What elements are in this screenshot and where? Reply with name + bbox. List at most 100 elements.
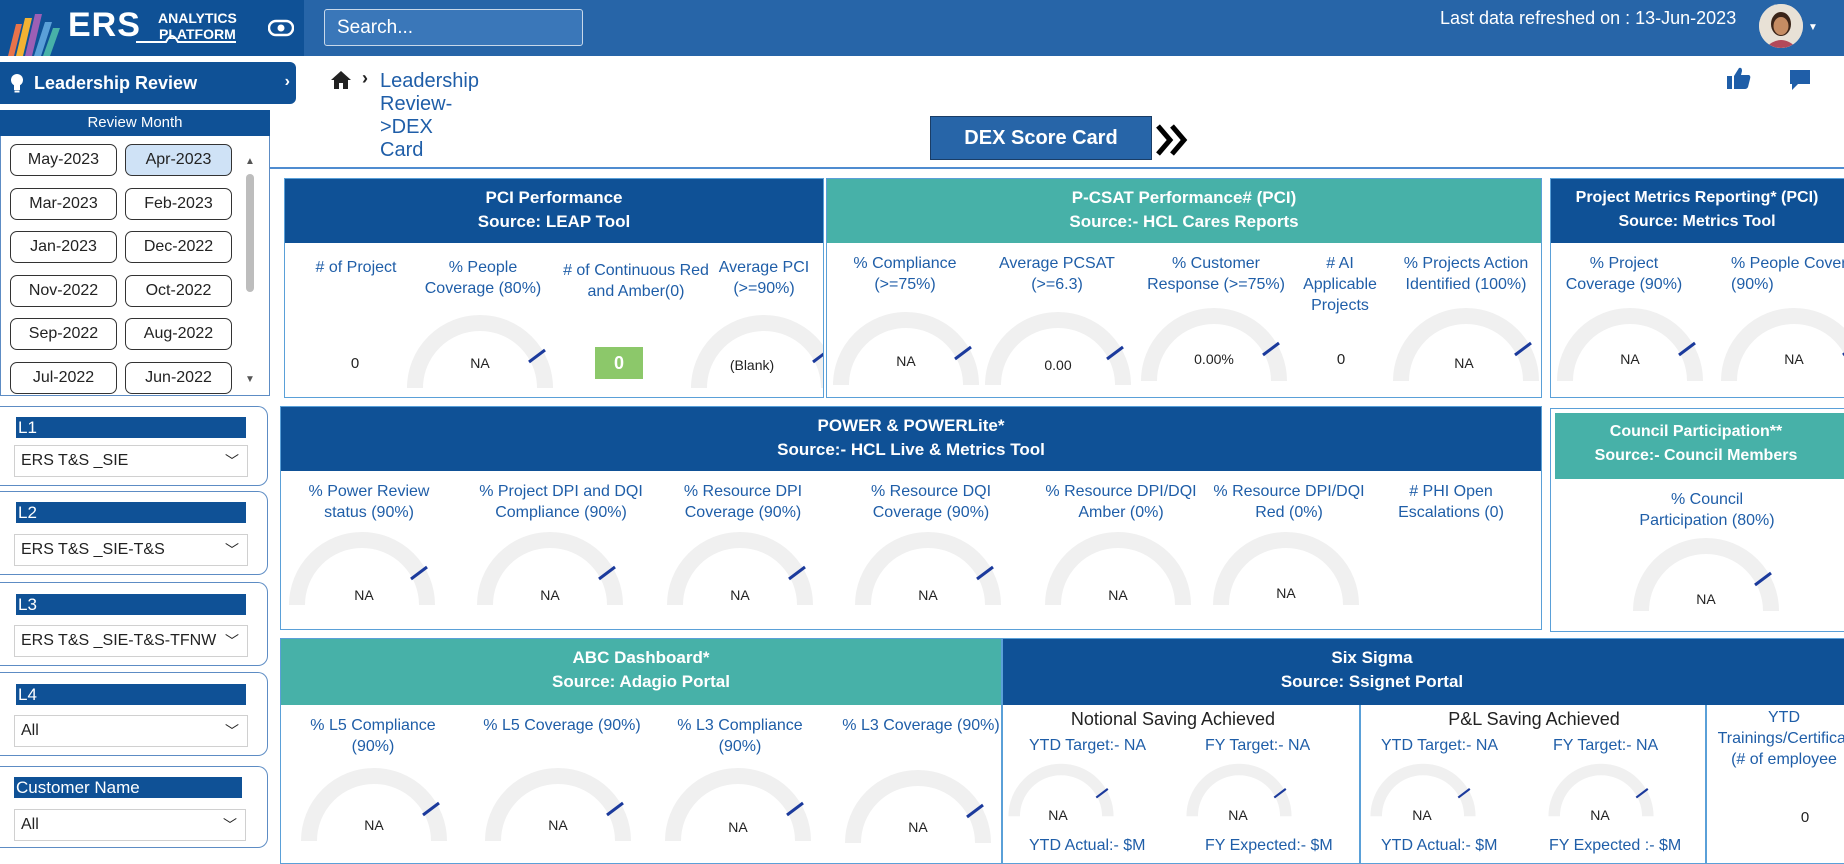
metric-label: % L5 Compliance (90%)	[310, 717, 436, 755]
month-button[interactable]: Nov-2022	[10, 274, 117, 307]
people-coverage-gauge[interactable]	[1719, 307, 1844, 385]
gauge-arc	[1393, 308, 1539, 382]
metric-label: # AI Applicable Projects	[1303, 255, 1377, 314]
slicer-l4-label: L4	[16, 684, 246, 705]
metric-label: Average PCSAT (>=6.3)	[999, 255, 1115, 293]
pl-saving-title: P&L Saving Achieved	[1448, 709, 1620, 729]
logo-bars-icon	[8, 14, 60, 56]
six-sigma-panel: Six Sigma Source: Ssignet Portal Notiona…	[1002, 638, 1844, 864]
month-button[interactable]: Dec-2022	[125, 231, 232, 263]
month-button[interactable]: Apr-2023	[125, 144, 232, 176]
month-button[interactable]: Mar-2023	[10, 187, 117, 220]
scroll-up-icon[interactable]: ▲	[245, 156, 255, 167]
month-scrollbar[interactable]: ▲ ▼	[244, 156, 256, 392]
metric-label: % L5 Coverage (90%)	[483, 717, 641, 734]
pmr-title: Project Metrics Reporting* (PCI)	[1575, 189, 1819, 206]
brand-sub-line1: ANALYTICS	[158, 10, 237, 26]
eye-toggle-icon[interactable]	[268, 18, 294, 38]
month-button[interactable]: May-2023	[10, 144, 117, 176]
people-coverage-gauge[interactable]	[405, 314, 555, 392]
slicer-l2: L2 ERS T&S _SIE-T&S ﹀	[0, 491, 268, 575]
slicer-l4-dropdown[interactable]: All ﹀	[14, 715, 248, 747]
gauge-value: (Blank)	[729, 357, 775, 373]
slicer-l3-dropdown[interactable]: ERS T&S _SIE-T&S-TFNW ﹀	[14, 625, 248, 657]
month-button[interactable]: Jul-2022	[10, 361, 117, 394]
gauge-arc	[985, 312, 1131, 386]
pmr-source: Source: Metrics Tool	[1618, 213, 1776, 230]
slicer-customer-dropdown[interactable]: All ﹀	[14, 809, 246, 841]
l5-compliance-gauge[interactable]	[299, 767, 449, 845]
slicer-l2-dropdown[interactable]: ERS T&S _SIE-T&S ﹀	[14, 534, 248, 566]
logo[interactable]: ERS ANALYTICS PLATFORM	[0, 0, 304, 56]
council-header: Council Participation** Source:- Council…	[1555, 413, 1844, 479]
metric-label: % Project DPI and DQI Compliance (90%)	[479, 483, 643, 521]
double-chevron-right-icon[interactable]	[1156, 122, 1190, 158]
l3-coverage-gauge[interactable]	[843, 769, 993, 847]
slicer-l1: L1 ERS T&S _SIE ﹀	[0, 406, 268, 486]
gauge-value: 0.00%	[1194, 351, 1234, 367]
gauge-value: NA	[1228, 807, 1248, 823]
red-amber-count-badge: 0	[595, 347, 643, 379]
leadership-review-nav[interactable]: Leadership Review ›	[0, 62, 296, 104]
projects-action-gauge[interactable]	[1391, 307, 1541, 385]
metric-label: # PHI Open Escalations (0)	[1398, 483, 1504, 521]
average-pci-gauge[interactable]	[689, 314, 823, 392]
metric-label: % People Covera (90%)	[1731, 255, 1844, 293]
scrollbar-thumb[interactable]	[246, 174, 254, 292]
month-button[interactable]: Sep-2022	[10, 318, 117, 350]
gauge-value: NA	[1454, 355, 1474, 371]
gauge-track	[1721, 308, 1844, 382]
gauge-arc	[407, 315, 553, 389]
scroll-down-icon[interactable]: ▼	[245, 374, 255, 385]
user-avatar[interactable]	[1759, 4, 1803, 48]
month-button[interactable]: Oct-2022	[125, 274, 232, 307]
slicer-l3: L3 ERS T&S _SIE-T&S-TFNW ﹀	[0, 582, 268, 666]
chevron-down-icon: ﹀	[225, 723, 239, 739]
abc-dashboard-panel: ABC Dashboard* Source: Adagio Portal % L…	[280, 638, 1002, 864]
compliance-gauge[interactable]	[831, 311, 981, 389]
gauge-value: NA	[1696, 591, 1716, 607]
month-button[interactable]: Aug-2022	[125, 318, 232, 350]
project-coverage-gauge[interactable]	[1555, 307, 1705, 385]
l5-coverage-gauge[interactable]	[483, 767, 633, 845]
metric-label: % Resource DPI/DQI Amber (0%)	[1045, 483, 1197, 521]
pl-ytd-actual: YTD Actual:- $M	[1381, 837, 1498, 854]
comment-icon[interactable]	[1788, 68, 1812, 92]
month-button[interactable]: Feb-2023	[125, 187, 232, 220]
pcsat-source: Source:- HCL Cares Reports	[1069, 212, 1299, 231]
gauge-value: NA	[1620, 351, 1640, 367]
pl-ytd-target: YTD Target:- NA	[1381, 737, 1499, 754]
council-source: Source:- Council Members	[1594, 447, 1798, 464]
metric-value: 0	[1336, 351, 1346, 368]
six-sigma-header: Six Sigma Source: Ssignet Portal	[1003, 639, 1844, 705]
thumbs-up-icon[interactable]	[1726, 66, 1752, 90]
metric-label: % L3 Coverage (90%)	[842, 717, 1000, 734]
average-pcsat-gauge[interactable]	[983, 311, 1133, 389]
divider	[1705, 705, 1707, 863]
leadership-review-label: Leadership Review	[34, 73, 198, 93]
abc-source: Source: Adagio Portal	[552, 672, 730, 691]
metric-label: % Projects Action Identified (100%)	[1403, 255, 1529, 293]
metric-label: % Project Coverage (90%)	[1565, 255, 1683, 293]
month-button[interactable]: Jun-2022	[125, 361, 232, 394]
gauge-value: NA	[1590, 807, 1610, 823]
customer-response-gauge[interactable]	[1139, 307, 1289, 385]
metric-label: % Resource DPI Coverage (90%)	[683, 483, 803, 521]
gauge-value: NA	[1276, 585, 1296, 601]
gauge-arc	[845, 770, 991, 844]
gauge-track	[691, 315, 823, 389]
pcsat-title: P-CSAT Performance# (PCI)	[1071, 188, 1297, 207]
metric-label: % Power Review status (90%)	[308, 483, 430, 521]
month-button[interactable]: Jan-2023	[10, 231, 117, 263]
slicer-l1-dropdown[interactable]: ERS T&S _SIE ﹀	[14, 445, 248, 477]
gauge-arc	[1557, 308, 1703, 382]
home-icon[interactable]	[330, 70, 352, 90]
brand-sub-line2: PLATFORM	[159, 26, 236, 42]
chevron-right-icon: ›	[284, 73, 290, 90]
breadcrumb-path[interactable]: Leadership Review->DEX Card	[380, 70, 479, 162]
user-menu-caret-icon[interactable]: ▼	[1808, 22, 1818, 33]
dex-score-card-button[interactable]: DEX Score Card	[930, 116, 1152, 160]
chevron-down-icon: ﹀	[225, 633, 239, 649]
pmr-header: Project Metrics Reporting* (PCI) Source:…	[1551, 179, 1844, 243]
search-input[interactable]	[324, 9, 583, 46]
